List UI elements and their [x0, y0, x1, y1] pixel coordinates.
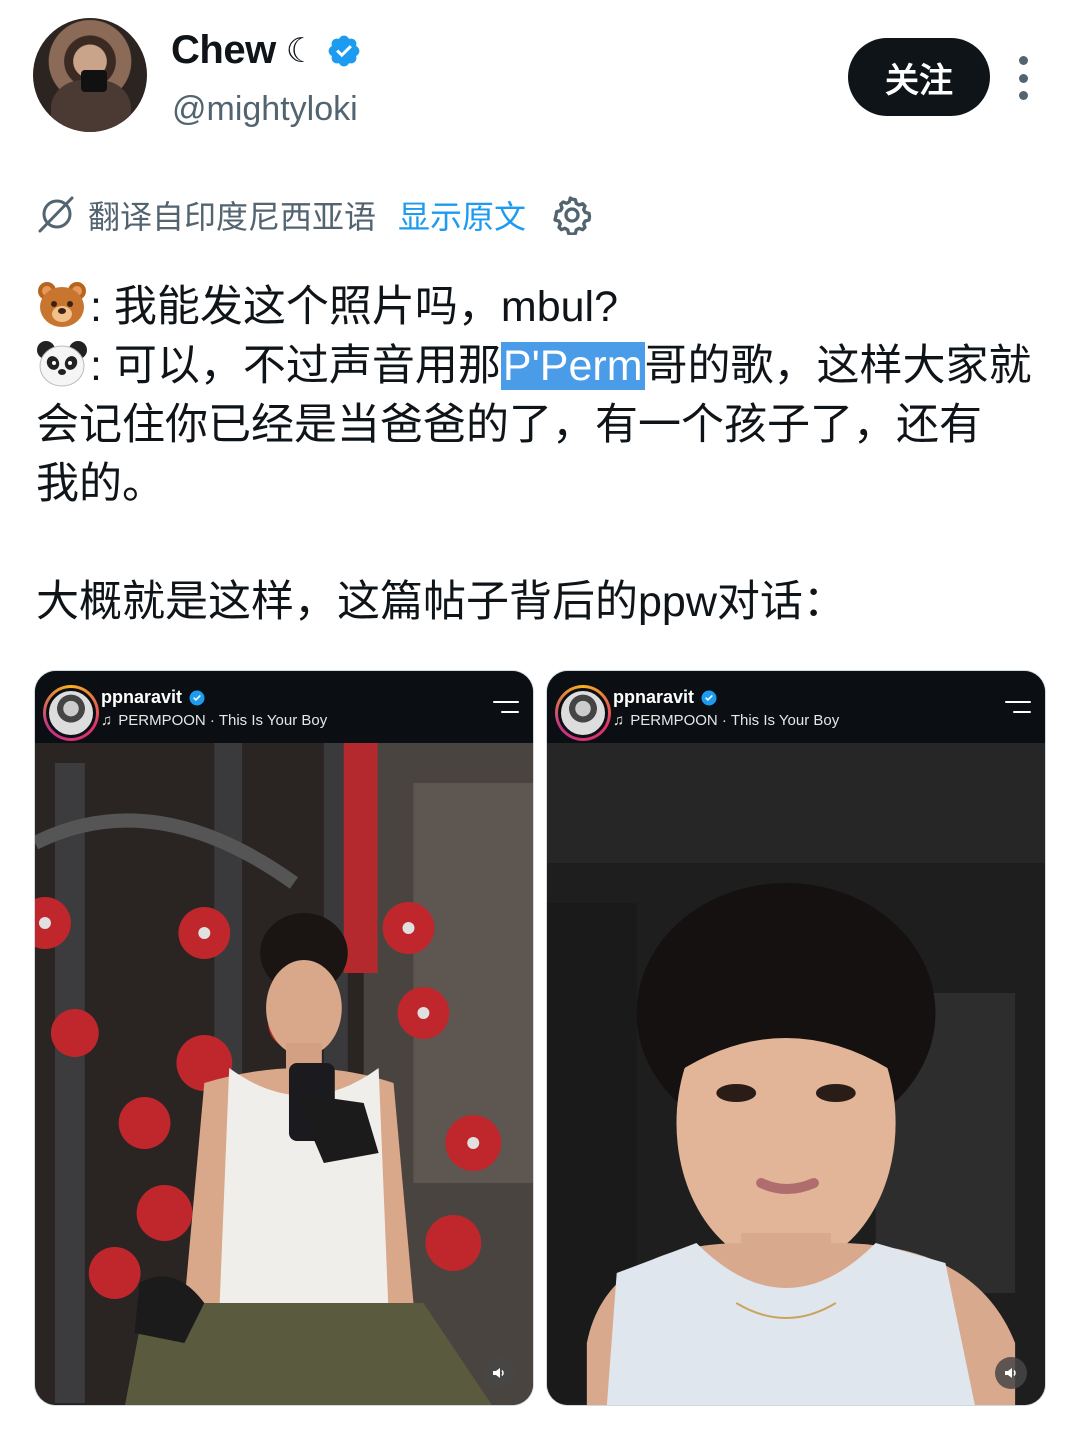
music-note-icon: ♫	[101, 712, 113, 729]
more-dot	[1018, 73, 1028, 83]
author-name-row[interactable]: Chew ☾	[171, 28, 362, 73]
author-name[interactable]: Chew	[171, 28, 276, 73]
instagram-header: ppnaravit ♫ PERMPOON · This Is Your Boy	[35, 671, 533, 743]
tweet-line-1: : 我能发这个照片吗，mbul?	[90, 283, 619, 331]
more-dot	[1018, 91, 1028, 100]
author-avatar[interactable]	[33, 18, 147, 132]
instagram-username-row[interactable]: ppnaravit	[613, 687, 718, 708]
tweet-line: : 我能发这个照片吗，mbul?	[36, 278, 1046, 337]
more-options-icon[interactable]	[1008, 56, 1038, 100]
instagram-avatar[interactable]	[43, 685, 99, 741]
author-handle[interactable]: @mightyloki	[172, 90, 358, 129]
selected-text[interactable]: P'Perm	[500, 342, 645, 390]
media-image-1[interactable]: ppnaravit ♫ PERMPOON · This Is Your Boy	[34, 670, 534, 1406]
verified-badge-icon	[189, 690, 205, 705]
translation-note: 翻译自印度尼西亚语	[88, 199, 377, 235]
tweet-body: : 我能发这个照片吗，mbul? : 可以，不过声音用那P'Perm哥的歌，这样…	[36, 278, 1046, 632]
follow-button[interactable]: 关注	[848, 38, 990, 116]
sound-icon[interactable]	[995, 1357, 1027, 1389]
sound-icon[interactable]	[483, 1357, 515, 1389]
instagram-header: ppnaravit ♫ PERMPOON · This Is Your Boy	[547, 671, 1045, 743]
panda-emoji-icon	[37, 341, 87, 387]
tweet-line: : 可以，不过声音用那P'Perm哥的歌，这样大家就	[36, 337, 1046, 396]
tweet-line-2-after: 哥的歌，这样大家就	[644, 342, 1032, 390]
tweet-line-2-before: : 可以，不过声音用那	[90, 342, 501, 390]
translation-row: 翻译自印度尼西亚语 显示原文	[36, 190, 592, 240]
instagram-song[interactable]: ♫ PERMPOON · This Is Your Boy	[613, 712, 839, 729]
tweet-line-4: 我的。	[36, 460, 165, 508]
translate-icon	[38, 196, 74, 233]
verified-badge-icon	[701, 690, 717, 705]
instagram-song[interactable]: ♫ PERMPOON · This Is Your Boy	[101, 712, 327, 729]
avatar-phone	[81, 70, 107, 92]
bear-emoji-icon	[38, 282, 86, 327]
tweet-line-5: 大概就是这样，这篇帖子背后的ppw对话：	[36, 578, 846, 626]
instagram-avatar[interactable]	[555, 685, 611, 741]
media-image-2[interactable]: ppnaravit ♫ PERMPOON · This Is Your Boy	[546, 670, 1046, 1406]
instagram-username-row[interactable]: ppnaravit	[101, 687, 206, 708]
instagram-username[interactable]: ppnaravit	[613, 687, 694, 708]
menu-icon[interactable]	[1005, 701, 1031, 715]
selfie-photo	[547, 743, 1045, 1405]
tweet-line-3: 会记住你已经是当爸爸的了，有一个孩子了，还有	[36, 401, 982, 449]
author-name-suffix: ☾	[285, 31, 317, 70]
song-label: PERMPOON · This Is Your Boy	[630, 712, 840, 729]
gym-selfie-photo	[35, 743, 533, 1405]
show-original-link[interactable]: 显示原文	[398, 192, 526, 238]
more-dot	[1018, 56, 1028, 65]
gear-icon[interactable]	[552, 195, 592, 235]
instagram-username[interactable]: ppnaravit	[101, 687, 182, 708]
menu-icon[interactable]	[493, 701, 519, 715]
song-label: PERMPOON · This Is Your Boy	[118, 712, 328, 729]
music-note-icon: ♫	[613, 712, 625, 729]
verified-badge-icon	[328, 35, 360, 66]
